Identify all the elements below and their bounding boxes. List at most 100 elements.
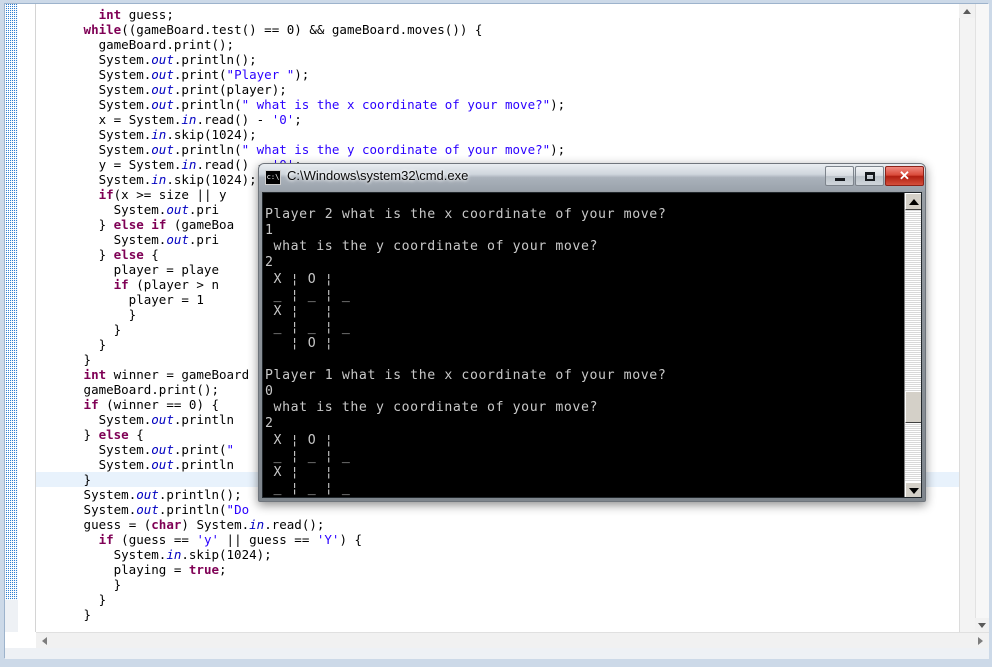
overview-scroll-up-button[interactable]: [959, 4, 975, 18]
code-line[interactable]: }: [129, 307, 137, 322]
code-token: if: [83, 397, 99, 412]
code-token: out: [151, 457, 174, 472]
code-token: x = System.: [98, 112, 182, 127]
code-token: out: [151, 82, 174, 97]
code-line[interactable]: }: [84, 607, 92, 622]
chevron-up-icon: [908, 198, 919, 205]
close-button[interactable]: ✕: [885, 166, 924, 186]
code-token: out: [151, 97, 174, 112]
code-line[interactable]: System.out.print(": [99, 442, 234, 457]
code-line[interactable]: System.in.skip(1024);: [114, 547, 272, 562]
code-token: }: [98, 337, 107, 352]
console-scroll-down-button[interactable]: [905, 482, 921, 497]
code-line[interactable]: System.in.skip(1024);: [99, 172, 257, 187]
code-line[interactable]: guess = (char) System.in.read();: [84, 517, 325, 532]
code-line[interactable]: }: [99, 337, 107, 352]
line-number-gutter[interactable]: [18, 4, 35, 632]
code-token: out: [151, 142, 174, 157]
window-titlebar[interactable]: c:\ C:\Windows\system32\cmd.exe ✕: [259, 164, 925, 191]
code-token: .println(: [173, 97, 242, 112]
code-line[interactable]: playing = true;: [114, 562, 227, 577]
code-line[interactable]: gameBoard.print();: [84, 382, 219, 397]
code-token: "Do: [226, 502, 250, 517]
code-token: .skip(1024);: [166, 127, 257, 142]
code-line[interactable]: }: [84, 352, 92, 367]
code-token: if: [98, 532, 114, 547]
code-token: .pri: [188, 202, 219, 217]
code-token: }: [98, 592, 107, 607]
code-token: System.: [98, 82, 152, 97]
code-token: guess = (: [83, 517, 152, 532]
code-token: in: [151, 172, 167, 187]
code-token: }: [113, 577, 122, 592]
code-line[interactable]: }: [99, 592, 107, 607]
code-token: true: [188, 562, 219, 577]
code-line[interactable]: player = 1: [129, 292, 204, 307]
code-line[interactable]: System.in.skip(1024);: [99, 127, 257, 142]
code-line[interactable]: }: [84, 472, 92, 487]
code-line[interactable]: System.out.println();: [99, 52, 257, 67]
code-line[interactable]: gameBoard.print();: [99, 37, 234, 52]
chevron-up-icon: [963, 9, 971, 14]
minimize-button[interactable]: [825, 166, 854, 186]
overview-ruler[interactable]: [959, 4, 975, 632]
code-token: ;: [219, 562, 227, 577]
code-token: System.: [98, 67, 152, 82]
code-line[interactable]: } else if (gameBoa: [99, 217, 235, 232]
code-token: out: [151, 412, 174, 427]
code-token: }: [83, 427, 99, 442]
code-line[interactable]: System.out.println(" what is the x coord…: [99, 97, 566, 112]
console-vertical-scrollbar[interactable]: [904, 193, 921, 497]
code-token: out: [166, 232, 189, 247]
code-token: System.: [98, 97, 152, 112]
code-line[interactable]: if(x >= size || y: [99, 187, 227, 202]
code-token: " what is the x coordinate of your move?…: [241, 97, 551, 112]
code-token: }: [128, 307, 137, 322]
code-line[interactable]: } else {: [84, 427, 144, 442]
code-token: in: [181, 112, 197, 127]
code-token: System.: [113, 202, 167, 217]
code-line[interactable]: if (guess == 'y' || guess == 'Y') {: [99, 532, 362, 547]
code-token: ) System.: [181, 517, 250, 532]
editor-vertical-scrollbar-track[interactable]: [975, 4, 989, 632]
code-token: in: [249, 517, 265, 532]
code-line[interactable]: System.out.println(" what is the y coord…: [99, 142, 566, 157]
code-token: int: [83, 367, 107, 382]
code-line[interactable]: if (winner == 0) {: [84, 397, 219, 412]
code-line[interactable]: System.out.print("Player ");: [99, 67, 310, 82]
code-line[interactable]: System.out.println: [99, 457, 234, 472]
console-scroll-up-button[interactable]: [905, 193, 921, 210]
code-line[interactable]: x = System.in.read() - '0';: [99, 112, 302, 127]
code-line[interactable]: if (player > n: [114, 277, 219, 292]
console-output-area[interactable]: Player 2 what is the x coordinate of you…: [262, 192, 922, 498]
code-token: .print(player);: [173, 82, 287, 97]
console-scrollbar-thumb[interactable]: [905, 391, 921, 423]
chevron-right-icon[interactable]: [978, 637, 983, 645]
code-token: player = 1: [128, 292, 204, 307]
code-token: winner = gameBoard: [106, 367, 250, 382]
maximize-button[interactable]: [855, 166, 884, 186]
change-marker-gutter[interactable]: [5, 4, 18, 600]
code-line[interactable]: }: [114, 322, 122, 337]
editor-scroll-down-button[interactable]: [975, 618, 989, 632]
code-token: 'Y': [316, 532, 340, 547]
code-line[interactable]: System.out.println();: [84, 487, 242, 502]
code-line[interactable]: System.out.pri: [114, 202, 219, 217]
code-line[interactable]: while((gameBoard.test() == 0) && gameBoa…: [84, 22, 483, 37]
code-line[interactable]: System.out.println: [99, 412, 234, 427]
code-line[interactable]: int guess;: [99, 7, 174, 22]
command-prompt-window[interactable]: c:\ C:\Windows\system32\cmd.exe ✕ Player…: [258, 163, 926, 502]
code-line[interactable]: System.out.print(player);: [99, 82, 287, 97]
code-line[interactable]: }: [114, 577, 122, 592]
code-line[interactable]: player = playe: [114, 262, 219, 277]
code-line[interactable]: System.out.pri: [114, 232, 219, 247]
code-token: gameBoard.print();: [83, 382, 220, 397]
code-line[interactable]: int winner = gameBoard: [84, 367, 250, 382]
code-line[interactable]: System.out.println("Do: [84, 502, 250, 517]
code-line[interactable]: } else {: [99, 247, 159, 262]
code-token: .read();: [264, 517, 325, 532]
code-token: else: [113, 247, 144, 262]
editor-horizontal-scrollbar[interactable]: [36, 632, 989, 648]
ide-window: int guess; while((gameBoard.test() == 0) …: [0, 0, 992, 667]
chevron-left-icon[interactable]: [42, 637, 47, 645]
